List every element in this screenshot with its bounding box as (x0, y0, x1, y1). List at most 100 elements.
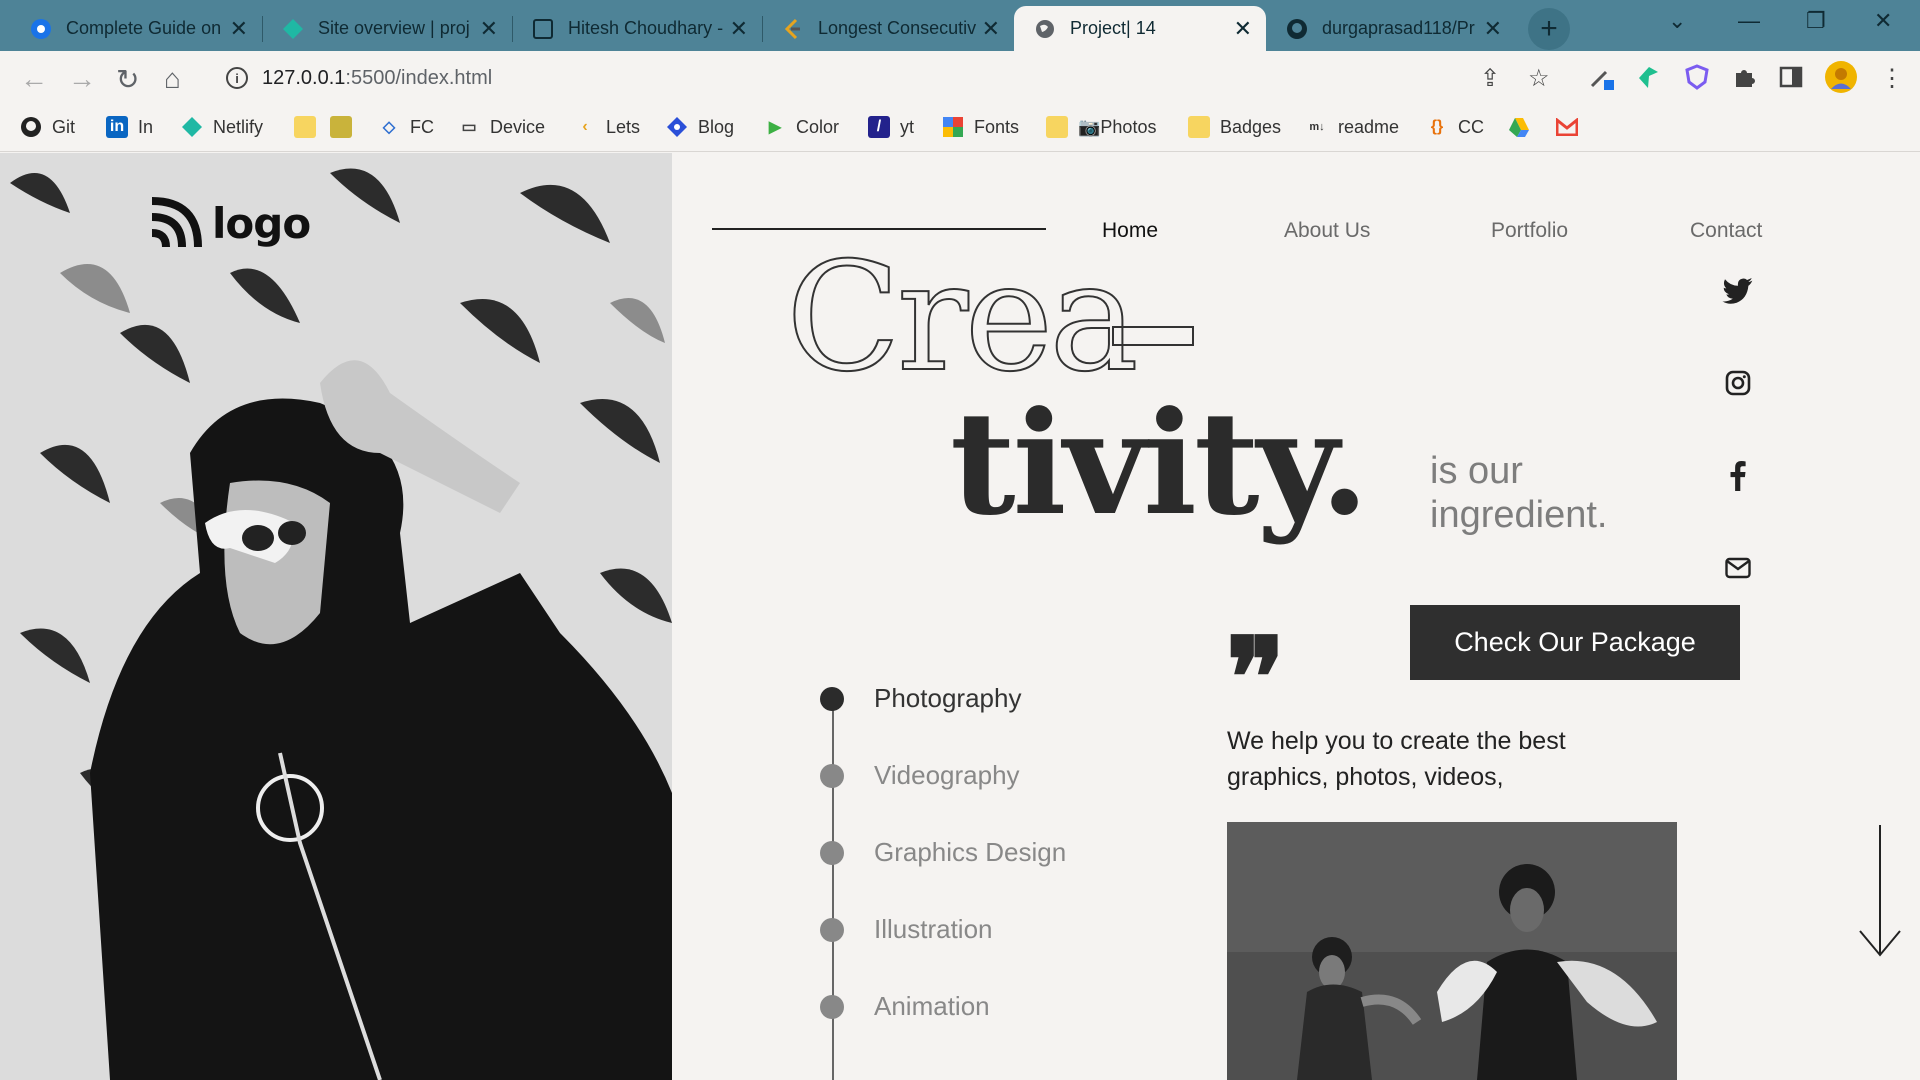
github-icon (20, 116, 42, 138)
bookmark-cc[interactable]: {} CC (1426, 116, 1484, 138)
square-icon (532, 18, 554, 40)
bookmark-yt[interactable]: / yt (868, 116, 914, 138)
folder-icon (1188, 116, 1210, 138)
menu-kebab-icon[interactable]: ⋮ (1880, 64, 1904, 93)
headline-hyphen (1112, 326, 1194, 346)
service-item[interactable]: Graphics Design (820, 837, 1066, 868)
timeline-dot (820, 994, 844, 1019)
tab-site-overview[interactable]: Site overview | proj ✕ (262, 6, 513, 51)
close-icon[interactable]: ✕ (1484, 16, 1502, 42)
service-label: Videography (874, 760, 1020, 790)
tagline: is our ingredient. (1430, 450, 1608, 536)
close-icon[interactable]: ✕ (982, 16, 1000, 42)
extension-bird-icon[interactable] (1636, 64, 1662, 97)
service-label: Animation (874, 991, 990, 1021)
browser-toolbar: ← → ↻ ⌂ i 127.0.0.1:5500/index.html ⇪ ☆ … (0, 51, 1920, 106)
forward-icon[interactable]: → (68, 63, 96, 95)
extension-shield-icon[interactable] (1684, 64, 1710, 97)
bookmark-device[interactable]: ▭ Device (458, 116, 545, 138)
info-icon[interactable]: i (226, 67, 248, 89)
nav-divider-line (712, 228, 1046, 230)
webpage: logo Home About Us Portfolio Contact Cre… (0, 153, 1920, 1080)
facebook-icon[interactable] (1718, 456, 1758, 496)
timeline-line (832, 698, 834, 1080)
reload-icon[interactable]: ↻ (116, 63, 139, 96)
instagram-icon[interactable] (1718, 363, 1758, 403)
service-label: Photography (874, 683, 1022, 713)
site-logo[interactable]: logo (148, 197, 311, 249)
bookmark-in[interactable]: in In (106, 116, 153, 138)
nav-portfolio[interactable]: Portfolio (1491, 219, 1568, 243)
extension-picker-icon[interactable] (1588, 64, 1616, 99)
blue-circle-icon (30, 18, 52, 40)
bookmark-netlify[interactable]: Netlify (181, 116, 263, 138)
scroll-down-arrow-icon[interactable] (1858, 825, 1902, 964)
restore-icon[interactable]: ❐ (1806, 8, 1826, 34)
home-icon[interactable]: ⌂ (164, 63, 181, 95)
headline-bold: tivity. (950, 381, 1369, 547)
nav-about-us[interactable]: About Us (1284, 219, 1370, 243)
tab-leetcode[interactable]: Longest Consecutiv ✕ (762, 6, 1014, 51)
tab-complete-guide[interactable]: Complete Guide on ✕ (10, 6, 263, 51)
service-item[interactable]: Animation (820, 991, 990, 1022)
code-icon: ◇ (382, 119, 396, 136)
mail-icon[interactable] (1718, 548, 1758, 588)
close-icon[interactable]: ✕ (480, 16, 498, 42)
device-icon: ▭ (461, 119, 477, 136)
headline-outline: Crea (785, 231, 1140, 405)
linkedin-icon: in (106, 116, 128, 138)
bookmark-lets[interactable]: ‹ Lets (574, 116, 640, 138)
bookmark-star-icon[interactable]: ☆ (1528, 64, 1550, 93)
quote-text: We help you to create the best graphics,… (1227, 727, 1566, 791)
service-item[interactable]: Photography (820, 683, 1021, 714)
url-text[interactable]: 127.0.0.1:5500/index.html (262, 67, 492, 90)
twitter-icon[interactable] (1718, 271, 1758, 311)
nav-contact[interactable]: Contact (1690, 219, 1762, 243)
bookmarks-bar: Git in In Netlify ◇ FC ▭ Device ‹ Lets Blog … (0, 106, 1920, 152)
logo-mark-icon (151, 197, 202, 248)
drive-icon (1508, 116, 1530, 138)
folder-icon (1046, 116, 1068, 138)
bookmark-extension[interactable] (330, 116, 362, 138)
gmail-icon (1556, 116, 1578, 138)
service-item[interactable]: Illustration (820, 914, 993, 945)
bookmark-drive[interactable] (1508, 116, 1540, 138)
service-item[interactable]: Videography (820, 760, 1020, 791)
leetcode-icon: ‹ (582, 118, 588, 135)
leetcode-icon (782, 18, 804, 40)
tab-hitesh[interactable]: Hitesh Choudhary - ✕ (512, 6, 763, 51)
timeline-dot (820, 763, 844, 788)
share-icon[interactable]: ⇪ (1480, 64, 1500, 93)
bookmark-readme[interactable]: m↓ readme (1306, 116, 1399, 138)
tab-search-icon[interactable]: ⌄ (1668, 8, 1686, 34)
side-panel-icon[interactable] (1778, 64, 1804, 97)
fonts-icon (942, 116, 964, 138)
bookmark-photos[interactable]: 📷Photos (1046, 116, 1156, 138)
back-icon[interactable]: ← (20, 63, 48, 95)
bookmark-folder[interactable] (294, 116, 326, 138)
tab-github[interactable]: durgaprasad118/Pr ✕ (1266, 6, 1516, 51)
bookmark-blog[interactable]: Blog (666, 116, 734, 138)
bookmark-color[interactable]: ▶ Color (764, 116, 839, 138)
bookmark-git[interactable]: Git (20, 116, 75, 138)
github-icon (1286, 18, 1308, 40)
yt-icon: / (868, 116, 890, 138)
bookmark-fc[interactable]: ◇ FC (378, 116, 434, 138)
timeline-dot (820, 686, 844, 711)
address-bar[interactable]: i 127.0.0.1:5500/index.html (210, 56, 1540, 101)
close-icon[interactable]: ✕ (230, 16, 248, 42)
close-icon[interactable]: ✕ (1234, 16, 1252, 42)
profile-avatar-icon[interactable] (1824, 60, 1858, 101)
window-close-icon[interactable]: ✕ (1874, 8, 1892, 34)
minimize-icon[interactable]: — (1738, 8, 1760, 34)
new-tab-button[interactable]: + (1528, 8, 1570, 50)
close-icon[interactable]: ✕ (730, 16, 748, 42)
bookmark-fonts[interactable]: Fonts (942, 116, 1019, 138)
extensions-puzzle-icon[interactable] (1732, 64, 1758, 97)
service-label: Graphics Design (874, 837, 1067, 867)
bookmark-badges[interactable]: Badges (1188, 116, 1281, 138)
bookmark-gmail[interactable] (1556, 116, 1588, 138)
dancers-photo (1227, 822, 1677, 1080)
tab-project-14[interactable]: Project| 14 ✕ (1014, 6, 1266, 51)
check-package-button[interactable]: Check Our Package (1410, 605, 1740, 680)
